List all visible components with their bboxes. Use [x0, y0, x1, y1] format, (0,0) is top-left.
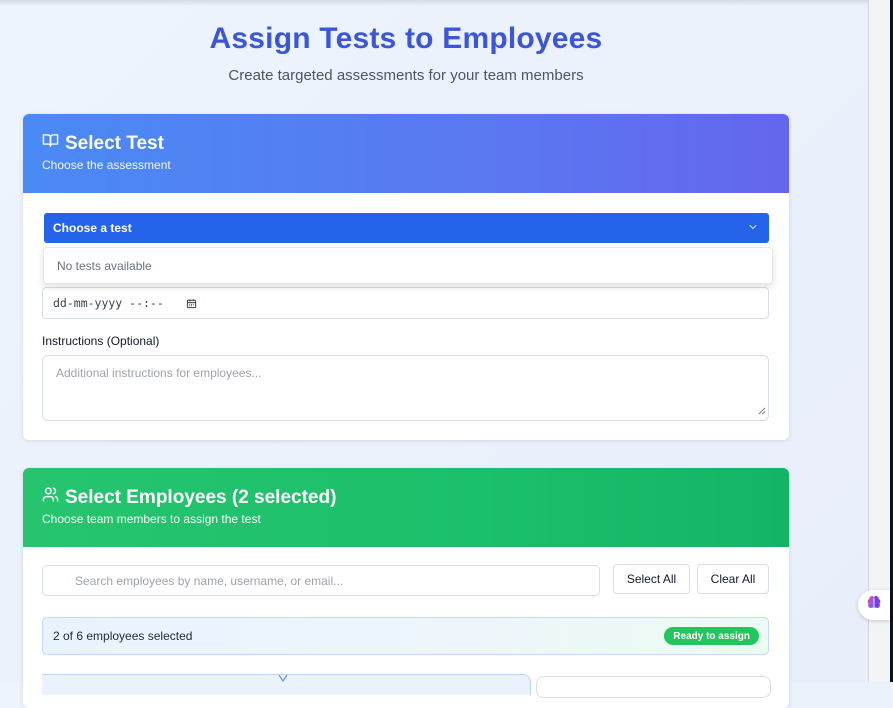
test-select-value: Choose a test — [53, 221, 132, 235]
select-test-card: Select Test Choose the assessment Choose… — [23, 114, 789, 440]
select-employees-title-row: Select Employees (2 selected) — [42, 486, 336, 509]
top-shadow — [0, 0, 868, 6]
ready-to-assign-badge: Ready to assign — [664, 627, 759, 645]
select-all-button[interactable]: Select All — [613, 564, 690, 594]
page-title: Assign Tests to Employees — [209, 22, 603, 55]
employee-card[interactable] — [536, 676, 771, 698]
select-employees-subtitle: Choose team members to assign the test — [42, 512, 261, 526]
select-test-header: Select Test Choose the assessment — [23, 114, 789, 193]
instructions-label: Instructions (Optional) — [42, 334, 160, 348]
instructions-placeholder: Additional instructions for employees... — [56, 366, 262, 380]
selection-summary-bar: 2 of 6 employees selected Ready to assig… — [42, 617, 769, 655]
instructions-textarea[interactable]: Additional instructions for employees... — [42, 355, 769, 421]
calendar-icon[interactable] — [186, 298, 197, 309]
select-test-subtitle: Choose the assessment — [42, 158, 171, 172]
select-employees-title: Select Employees (2 selected) — [65, 486, 337, 508]
dropdown-empty-option: No tests available — [57, 258, 152, 273]
test-select-dropdown[interactable]: Choose a test — [44, 213, 769, 243]
users-icon — [42, 486, 59, 509]
selection-count-text: 2 of 6 employees selected — [53, 629, 193, 643]
due-date-placeholder: dd-mm-yyyy --:-- — [53, 296, 164, 310]
side-panel-edge — [868, 0, 891, 682]
page-subtitle: Create targeted assessments for your tea… — [228, 67, 584, 84]
test-dropdown-menu: No tests available — [43, 247, 773, 284]
employee-card[interactable] — [42, 674, 531, 695]
book-open-icon — [42, 132, 59, 155]
due-date-input[interactable]: dd-mm-yyyy --:-- — [42, 287, 769, 319]
clear-all-button[interactable]: Clear All — [697, 564, 769, 594]
select-employees-card: Select Employees (2 selected) Choose tea… — [23, 468, 789, 708]
resize-handle-icon[interactable] — [757, 404, 766, 418]
select-employees-header: Select Employees (2 selected) Choose tea… — [23, 468, 789, 547]
employee-search-placeholder: Search employees by name, username, or e… — [75, 573, 344, 588]
select-test-title: Select Test — [65, 132, 164, 154]
brain-icon — [866, 595, 882, 616]
select-test-title-row: Select Test — [42, 132, 164, 155]
employee-search-input[interactable]: Search employees by name, username, or e… — [42, 565, 600, 596]
assistant-launcher-button[interactable] — [858, 590, 890, 620]
chevron-down-icon — [747, 221, 759, 236]
